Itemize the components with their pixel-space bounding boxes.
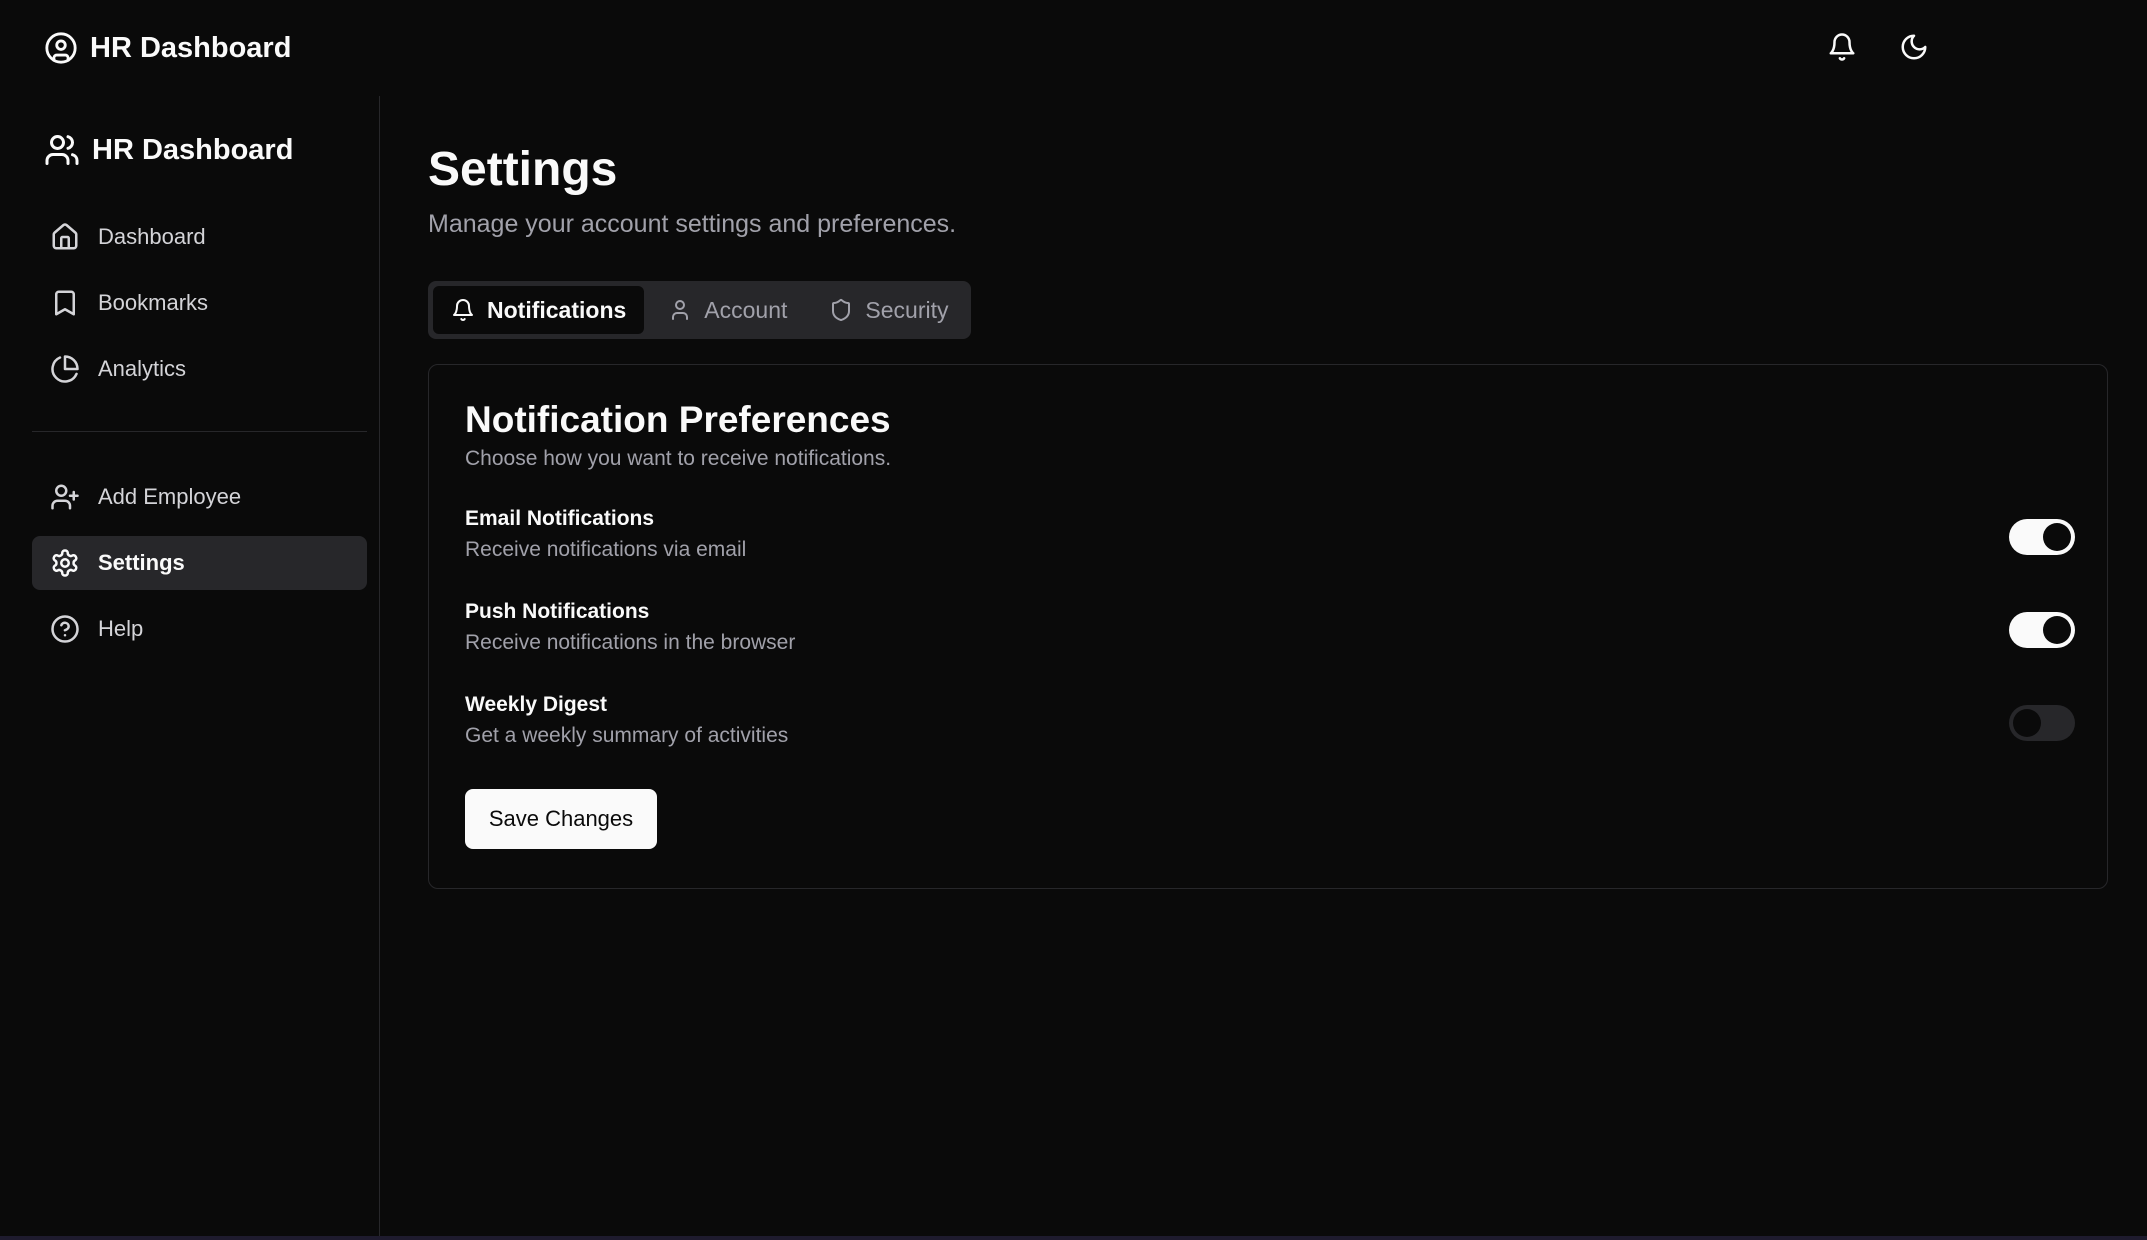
weekly-digest-row: Weekly Digest Get a weekly summary of ac… [465, 693, 2075, 755]
sidebar-item-label: Settings [98, 550, 185, 575]
tab-account[interactable]: Account [650, 286, 805, 334]
tab-label: Account [704, 296, 788, 323]
email-notifications-row: Email Notifications Receive notification… [465, 507, 2075, 569]
tab-label: Notifications [487, 296, 627, 323]
sidebar-item-bookmarks[interactable]: Bookmarks [32, 276, 367, 330]
bell-icon [1827, 32, 1857, 62]
app-brand[interactable]: HR Dashboard [44, 31, 291, 65]
sidebar-item-label: Analytics [98, 356, 187, 381]
sidebar-item-label: Bookmarks [98, 290, 209, 315]
primary-nav: Dashboard Bookmarks Analytics [32, 210, 367, 408]
home-icon [50, 222, 80, 252]
toggle-knob [2043, 616, 2071, 644]
bookmark-icon [50, 288, 80, 318]
toggle-knob [2013, 709, 2041, 737]
pref-description: Receive notifications via email [465, 538, 747, 561]
settings-tabs: Notifications Account Security [428, 281, 972, 339]
user-icon [668, 298, 692, 322]
notification-preferences-card: Notification Preferences Choose how you … [428, 364, 2108, 889]
moon-icon [1899, 32, 1929, 62]
toggle-knob [2043, 523, 2071, 551]
shield-icon [829, 298, 853, 322]
sidebar-item-settings[interactable]: Settings [32, 536, 367, 590]
pref-label: Weekly Digest [465, 693, 608, 716]
email-notifications-toggle[interactable] [2009, 519, 2075, 555]
push-notifications-toggle[interactable] [2009, 612, 2075, 648]
sidebar: HR Dashboard Dashboard Bookmarks Analyti… [0, 96, 380, 1236]
help-circle-icon [50, 614, 80, 644]
app-title: HR Dashboard [90, 31, 292, 64]
pie-chart-icon [50, 354, 80, 384]
card-subtitle: Choose how you want to receive notificat… [465, 447, 892, 470]
card-title: Notification Preferences [465, 399, 891, 440]
notifications-button[interactable] [1824, 26, 1860, 68]
page-subtitle: Manage your account settings and prefere… [428, 210, 957, 238]
secondary-nav: Add Employee Settings Help [32, 470, 367, 668]
user-plus-icon [50, 482, 80, 512]
weekly-digest-toggle[interactable] [2009, 705, 2075, 741]
page-title: Settings [428, 143, 618, 196]
users-icon [44, 132, 80, 168]
pref-label: Email Notifications [465, 507, 655, 530]
sidebar-divider [32, 431, 367, 432]
theme-toggle-button[interactable] [1896, 26, 1932, 68]
save-changes-button[interactable]: Save Changes [465, 789, 657, 849]
sidebar-item-add-employee[interactable]: Add Employee [32, 470, 367, 524]
pref-description: Receive notifications in the browser [465, 631, 796, 654]
user-circle-icon [44, 31, 78, 65]
sidebar-item-label: Help [98, 616, 144, 641]
sidebar-item-label: Dashboard [98, 224, 206, 249]
sidebar-brand[interactable]: HR Dashboard [44, 132, 293, 168]
sidebar-item-dashboard[interactable]: Dashboard [32, 210, 367, 264]
bottom-edge [0, 1236, 2147, 1240]
sidebar-item-analytics[interactable]: Analytics [32, 342, 367, 396]
gear-icon [50, 548, 80, 578]
sidebar-title: HR Dashboard [92, 133, 294, 166]
push-notifications-row: Push Notifications Receive notifications… [465, 600, 2075, 662]
tab-label: Security [865, 296, 949, 323]
tab-notifications[interactable]: Notifications [433, 286, 645, 334]
bell-icon [451, 298, 475, 322]
pref-description: Get a weekly summary of activities [465, 724, 789, 747]
top-bar: HR Dashboard [0, 0, 2147, 96]
sidebar-item-label: Add Employee [98, 484, 242, 509]
sidebar-item-help[interactable]: Help [32, 602, 367, 656]
tab-security[interactable]: Security [811, 286, 966, 334]
pref-label: Push Notifications [465, 600, 650, 623]
